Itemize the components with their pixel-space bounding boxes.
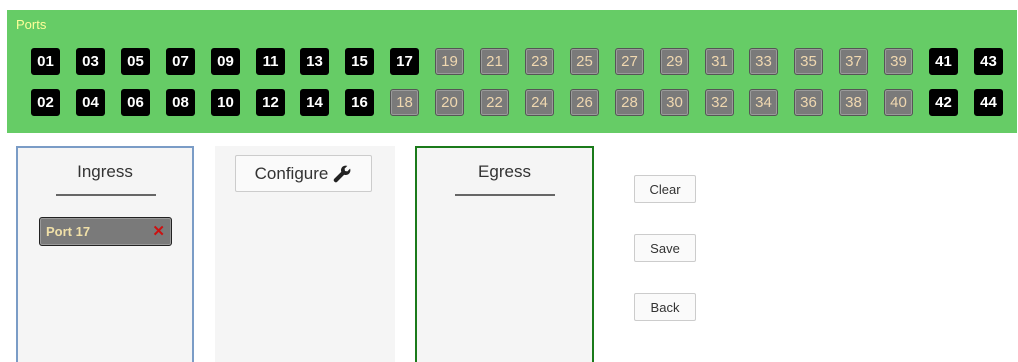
egress-divider — [455, 194, 555, 196]
port-button-13[interactable]: 13 — [300, 48, 329, 75]
configure-panel: Configure — [215, 146, 395, 362]
port-button-32[interactable]: 32 — [705, 89, 734, 116]
ingress-port-chip[interactable]: Port 17 ✕ — [39, 217, 172, 246]
port-button-24[interactable]: 24 — [525, 89, 554, 116]
port-button-08[interactable]: 08 — [166, 89, 195, 116]
port-button-44[interactable]: 44 — [974, 89, 1003, 116]
egress-panel: Egress — [415, 146, 594, 362]
port-button-09[interactable]: 09 — [211, 48, 240, 75]
port-button-28[interactable]: 28 — [615, 89, 644, 116]
port-button-16[interactable]: 16 — [345, 89, 374, 116]
port-button-27[interactable]: 27 — [615, 48, 644, 75]
port-button-26[interactable]: 26 — [570, 89, 599, 116]
port-button-04[interactable]: 04 — [76, 89, 105, 116]
port-button-29[interactable]: 29 — [660, 48, 689, 75]
ports-panel: Ports 01 03 05 07 09 11 13 15 17 19 21 23 25 27 29 31 33… — [7, 10, 1017, 133]
port-button-03[interactable]: 03 — [76, 48, 105, 75]
wrench-icon — [334, 165, 351, 182]
port-button-05[interactable]: 05 — [121, 48, 150, 75]
remove-port-icon[interactable]: ✕ — [152, 222, 165, 240]
port-button-10[interactable]: 10 — [211, 89, 240, 116]
port-button-19[interactable]: 19 — [435, 48, 464, 75]
port-button-18[interactable]: 18 — [390, 89, 419, 116]
ingress-divider — [56, 194, 156, 196]
port-button-30[interactable]: 30 — [660, 89, 689, 116]
port-button-17[interactable]: 17 — [390, 48, 419, 75]
port-button-25[interactable]: 25 — [570, 48, 599, 75]
port-button-12[interactable]: 12 — [256, 89, 285, 116]
clear-button[interactable]: Clear — [634, 175, 696, 203]
port-button-06[interactable]: 06 — [121, 89, 150, 116]
port-button-01[interactable]: 01 — [31, 48, 60, 75]
configure-button[interactable]: Configure — [235, 155, 372, 192]
port-button-33[interactable]: 33 — [749, 48, 778, 75]
port-button-02[interactable]: 02 — [31, 89, 60, 116]
port-button-07[interactable]: 07 — [166, 48, 195, 75]
ingress-port-label: Port 17 — [46, 224, 91, 239]
ingress-title: Ingress — [77, 162, 133, 181]
port-button-41[interactable]: 41 — [929, 48, 958, 75]
port-button-23[interactable]: 23 — [525, 48, 554, 75]
port-button-40[interactable]: 40 — [884, 89, 913, 116]
port-button-11[interactable]: 11 — [256, 48, 285, 75]
port-button-21[interactable]: 21 — [480, 48, 509, 75]
back-button[interactable]: Back — [634, 293, 696, 321]
port-button-20[interactable]: 20 — [435, 89, 464, 116]
port-button-37[interactable]: 37 — [839, 48, 868, 75]
egress-title: Egress — [478, 162, 531, 181]
save-button[interactable]: Save — [634, 234, 696, 262]
configure-label: Configure — [254, 163, 329, 183]
port-button-36[interactable]: 36 — [794, 89, 823, 116]
port-button-38[interactable]: 38 — [839, 89, 868, 116]
port-button-14[interactable]: 14 — [300, 89, 329, 116]
port-button-22[interactable]: 22 — [480, 89, 509, 116]
port-button-43[interactable]: 43 — [974, 48, 1003, 75]
ingress-panel: Ingress Port 17 ✕ — [16, 146, 194, 362]
port-button-39[interactable]: 39 — [884, 48, 913, 75]
port-button-42[interactable]: 42 — [929, 89, 958, 116]
port-button-31[interactable]: 31 — [705, 48, 734, 75]
port-button-35[interactable]: 35 — [794, 48, 823, 75]
port-button-15[interactable]: 15 — [345, 48, 374, 75]
ports-title: Ports — [16, 17, 47, 32]
port-button-34[interactable]: 34 — [749, 89, 778, 116]
